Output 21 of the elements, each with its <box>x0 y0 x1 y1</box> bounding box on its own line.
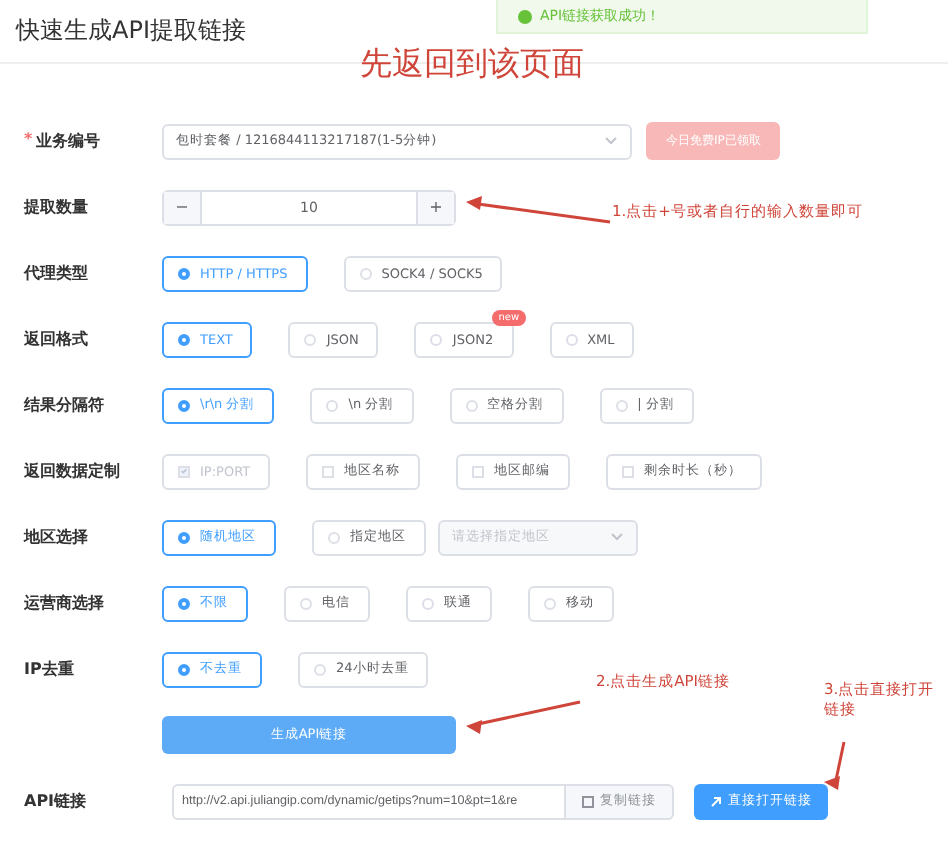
field-label: IP去重 <box>24 658 76 680</box>
field-label: 返回数据定制 <box>24 460 122 482</box>
field-label: 返回格式 <box>24 328 90 350</box>
field-label: 运营商选择 <box>24 592 106 614</box>
caret-icon <box>610 532 624 542</box>
field-label: 代理类型 <box>24 262 90 284</box>
field-label: 结果分隔符 <box>24 394 106 416</box>
field-label: 地区选择 <box>24 526 90 548</box>
annotation-arrow <box>466 700 581 734</box>
field-label: 提取数量 <box>24 196 90 218</box>
page-title: 快速生成API提取链接 <box>16 14 246 48</box>
field-label: * 业务编号 <box>24 130 103 152</box>
annotation-heading: 先返回到该页面 <box>360 44 584 86</box>
caret-icon <box>604 136 618 146</box>
field-label: API链接 <box>24 790 89 812</box>
minus-button[interactable]: − <box>164 191 200 223</box>
checkmark-icon <box>180 466 188 476</box>
copy-icon <box>582 795 594 807</box>
annotation-arrow <box>824 741 846 790</box>
success-icon <box>518 9 532 23</box>
plus-button[interactable]: + <box>418 191 454 223</box>
